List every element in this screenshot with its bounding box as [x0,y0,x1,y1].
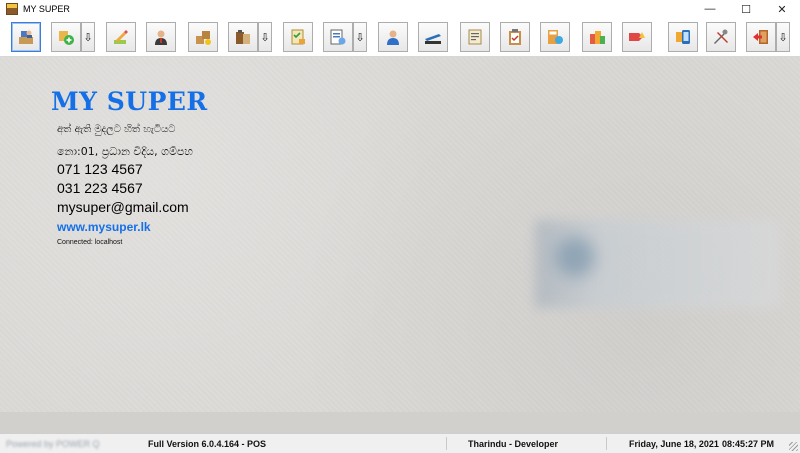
toolbar-button-mobile[interactable] [668,22,698,52]
package-icon [590,31,605,44]
toolbar-button-cashier[interactable] [11,22,41,52]
edit-pencil-icon [114,30,128,44]
store-website: www.mysuper.lk [57,220,151,234]
time-label: 08:45:27 PM [722,439,775,449]
user-icon [155,30,167,45]
calculator-icon [548,30,563,44]
add-item-icon [59,31,74,45]
close-button[interactable]: ✕ [764,0,800,18]
window-controls: — ☐ ✕ [692,0,800,18]
toolbar-dropdown-stock[interactable]: ⇩ [258,22,272,52]
toolbar-button-notes[interactable] [460,22,490,52]
brand-name: MY SUPER [51,87,208,116]
tools-icon [714,29,728,44]
title-bar[interactable]: MY SUPER — ☐ ✕ [0,0,800,18]
toolbar-button-stapler[interactable] [418,22,448,52]
toolbar-button-checklist[interactable] [283,22,313,52]
date-label: Friday, June 18, 2021 [629,439,719,449]
tag-warning-icon [629,32,645,41]
status-separator [606,437,607,450]
brand-tagline: අත් ඇති මුදලට හිත් හැටියට [57,124,176,135]
toolbar-button-settings[interactable] [706,22,736,52]
toolbar-dropdown-add-item[interactable]: ⇩ [81,22,95,52]
notes-icon [468,29,482,45]
toolbar-button-package[interactable] [582,22,612,52]
version-label: Full Version 6.0.4.164 - POS [148,439,267,449]
toolbar-button-report[interactable] [323,22,353,52]
powered-by-label: Powered by POWER Q [6,439,100,449]
current-user-label: Tharindu - Developer [468,439,559,449]
connection-status: Connected: localhost [57,239,123,246]
phone-number-1: 071 123 4567 [57,161,143,177]
toolbar-button-inventory[interactable] [188,22,218,52]
status-bar: Powered by POWER Q Full Version 6.0.4.16… [0,433,800,453]
toolbar-button-add-item[interactable] [51,22,81,52]
toolbar-button-user[interactable] [146,22,176,52]
cashier-icon [19,30,33,44]
report-icon [330,29,346,45]
toolbar-button-clipboard[interactable] [500,22,530,52]
staff-icon [387,30,399,45]
clipboard-icon [509,29,521,45]
exit-door-icon [753,30,768,44]
main-toolbar: ⇩ ⇩ ⇩ ⇩ [0,18,800,57]
checklist-icon [291,29,305,45]
phone-number-2: 031 223 4567 [57,180,143,196]
mobile-icon [676,30,690,44]
stock-box-icon [236,30,250,44]
app-icon [6,3,18,15]
toolbar-button-stock[interactable] [228,22,258,52]
toolbar-button-staff[interactable] [378,22,408,52]
boxes-icon [196,31,211,45]
toolbar-button-price-tag[interactable] [622,22,652,52]
resize-grip[interactable] [789,442,798,451]
main-panel: MY SUPER අත් ඇති මුදලට හිත් හැටියට නො:01… [0,57,800,433]
status-separator [446,437,447,450]
store-email: mysuper@gmail.com [57,199,189,215]
toolbar-dropdown-exit[interactable]: ⇩ [776,22,790,52]
app-window: MY SUPER — ☐ ✕ ⇩ ⇩ ⇩ ⇩ MY SUPER අත් ඇති … [0,0,800,453]
toolbar-dropdown-report[interactable]: ⇩ [353,22,367,52]
store-address: නො:01, ප්‍රධාන වීදිය, ගම්පහ [57,145,193,158]
stapler-icon [425,34,441,44]
blurred-logo-mark [555,237,595,277]
toolbar-button-calculator[interactable] [540,22,570,52]
lower-background-strip [0,412,800,433]
toolbar-button-exit[interactable] [746,22,776,52]
toolbar-button-edit[interactable] [106,22,136,52]
maximize-button[interactable]: ☐ [728,0,764,18]
window-title: MY SUPER [23,4,70,14]
minimize-button[interactable]: — [692,0,728,18]
